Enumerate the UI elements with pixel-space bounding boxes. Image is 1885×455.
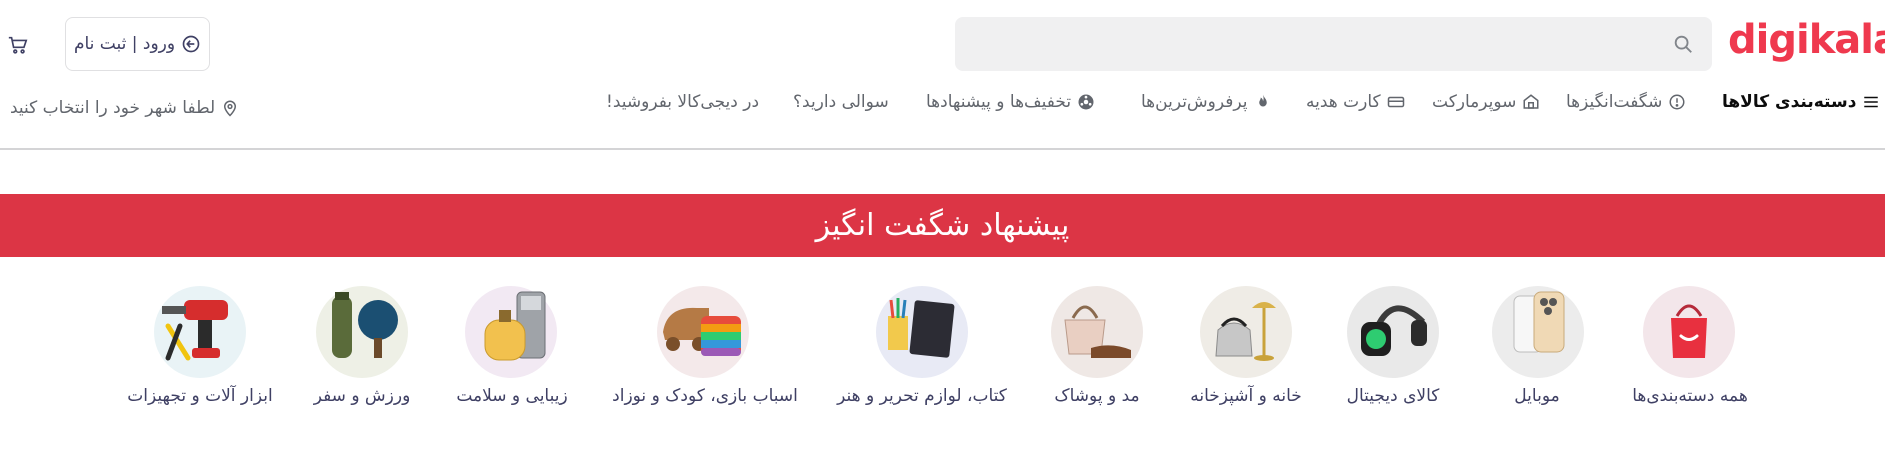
category-label-home-kitchen[interactable]: خانه و آشپزخانه xyxy=(1190,386,1302,412)
digikala-logo[interactable]: digikala xyxy=(1728,18,1885,62)
shopping-bag-icon[interactable] xyxy=(1643,286,1735,378)
toy-car-popit-icon[interactable] xyxy=(657,286,749,378)
pingpong-bottle-icon[interactable] xyxy=(316,286,408,378)
notebook-pencils-icon[interactable] xyxy=(876,286,968,378)
category-label-all[interactable]: همه دسته‌بندی‌ها xyxy=(1632,386,1748,412)
nav-item-supermarket[interactable]: سوپرمارکت xyxy=(1432,88,1540,116)
kettle-lamp-icon[interactable] xyxy=(1200,286,1292,378)
mobile-phones-icon[interactable] xyxy=(1492,286,1584,378)
category-label-digital[interactable]: کالای دیجیتال xyxy=(1347,386,1440,412)
percent-icon xyxy=(1078,94,1094,110)
login-label: ورود | ثبت نام xyxy=(73,34,176,54)
menu-icon xyxy=(1864,96,1879,108)
headphones-watch-icon[interactable] xyxy=(1347,286,1439,378)
category-label-beauty[interactable]: زیبایی و سلامت xyxy=(456,386,567,412)
category-label-sport[interactable]: ورزش و سفر xyxy=(314,386,411,412)
category-label-fashion[interactable]: مد و پوشاک xyxy=(1054,386,1139,412)
nav-item-bestsellers[interactable]: پرفروش‌ترین‌ها xyxy=(1141,88,1272,116)
shop-icon xyxy=(1523,94,1539,109)
cart-icon[interactable] xyxy=(7,34,29,56)
discount-badge-icon xyxy=(1669,94,1685,110)
category-label-books[interactable]: کتاب، لوازم تحریر و هنر xyxy=(837,386,1007,412)
login-arrow-icon xyxy=(182,35,200,53)
location-selector[interactable]: لطفا شهر خود را انتخاب کنید xyxy=(10,98,239,118)
fire-icon xyxy=(1258,94,1267,107)
banner-title: پیشنهاد شگفت انگیز xyxy=(815,208,1070,243)
nav-item-faq[interactable]: سوالی دارید؟ xyxy=(793,88,889,116)
category-label-mobile[interactable]: موبایل xyxy=(1514,386,1559,412)
header-divider xyxy=(0,148,1885,150)
category-label-toys[interactable]: اسباب بازی، کودک و نوزاد xyxy=(612,386,798,412)
search-input[interactable] xyxy=(955,17,1712,71)
drill-pliers-icon[interactable] xyxy=(154,286,246,378)
handbag-shoes-icon[interactable] xyxy=(1051,286,1143,378)
nav-item-gift-card[interactable]: کارت هدیه xyxy=(1306,88,1405,116)
amazing-offer-banner[interactable]: پیشنهاد شگفت انگیز xyxy=(0,194,1885,257)
location-pin-icon xyxy=(224,100,237,117)
gift-card-icon xyxy=(1387,96,1404,108)
nav-item-amazing[interactable]: شگفت‌انگیزها xyxy=(1566,88,1686,116)
nav-item-discounts[interactable]: تخفیف‌ها و پیشنهادها xyxy=(926,88,1095,116)
perfume-shaver-icon[interactable] xyxy=(465,286,557,378)
login-button[interactable]: ورود | ثبت نام xyxy=(65,17,210,71)
search-icon xyxy=(1674,35,1692,53)
category-label-tools[interactable]: ابزار آلات و تجهیزات xyxy=(127,386,272,412)
nav-categories[interactable]: دسته‌بندی کالاها xyxy=(1722,88,1880,116)
nav-item-sell[interactable]: در دیجی‌کالا بفروشید! xyxy=(606,88,759,116)
